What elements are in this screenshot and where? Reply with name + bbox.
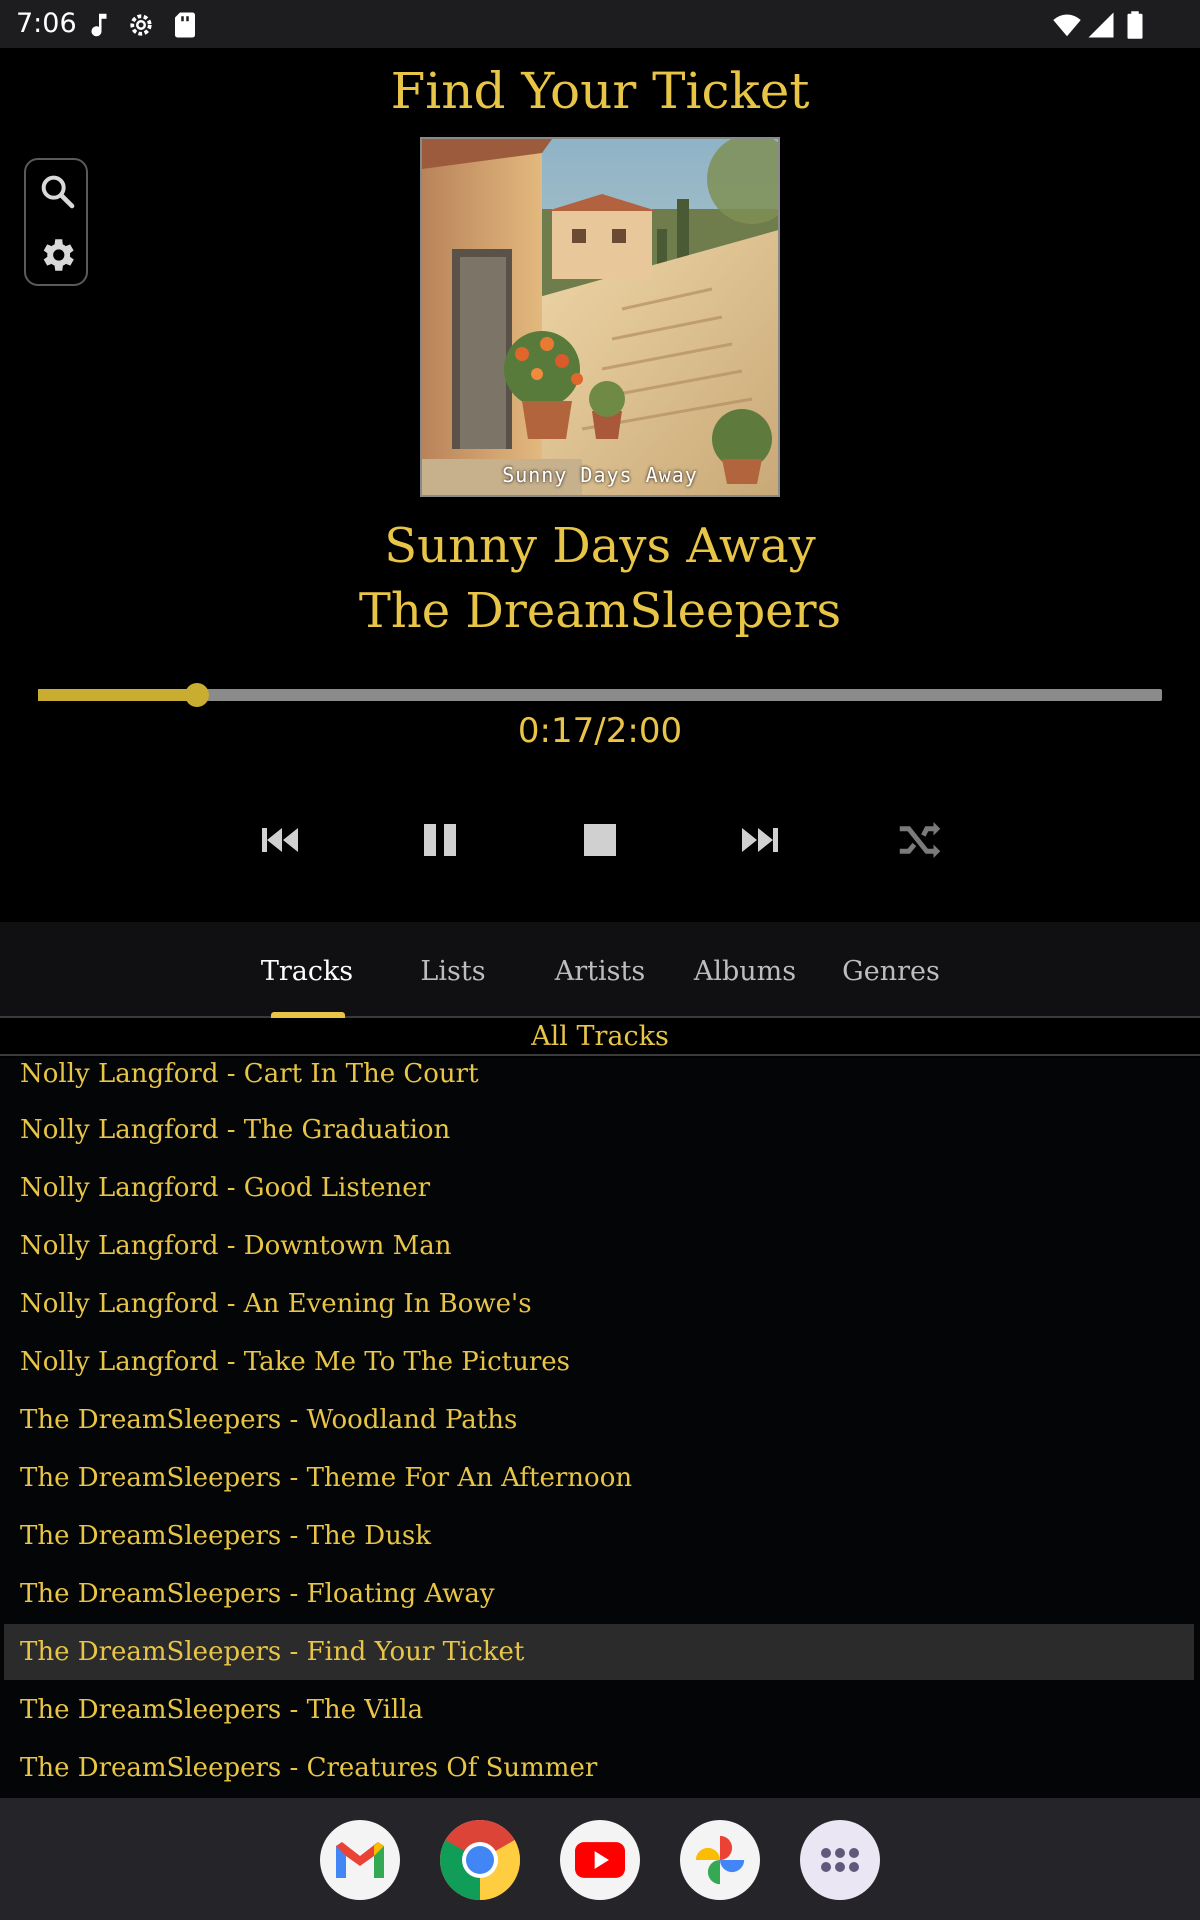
- list-item[interactable]: Nolly Langford - The Graduation: [4, 1102, 1194, 1158]
- list-item[interactable]: The DreamSleepers - Theme For An Afterno…: [4, 1450, 1194, 1506]
- song-title: Sunny Days Away: [384, 518, 816, 574]
- page-title: Find Your Ticket: [390, 62, 810, 120]
- seek-progress: [38, 689, 198, 701]
- list-item[interactable]: Nolly Langford - Good Listener: [4, 1160, 1194, 1216]
- music-note-icon: [84, 10, 114, 40]
- gear-icon[interactable]: [34, 232, 80, 278]
- album-caption: Sunny Days Away: [502, 463, 698, 487]
- list-item[interactable]: The DreamSleepers - The Villa: [4, 1682, 1194, 1738]
- list-item[interactable]: Nolly Langford - An Evening In Bowe's: [4, 1276, 1194, 1332]
- list-item[interactable]: Nolly Langford - Downtown Man: [4, 1218, 1194, 1274]
- tab-bar: Tracks Lists Artists Albums Genres: [0, 922, 1200, 1018]
- song-artist: The DreamSleepers: [358, 583, 842, 639]
- tab-artists[interactable]: Artists: [530, 956, 670, 987]
- active-tab-indicator: [271, 1012, 345, 1018]
- cell-signal-icon: [1086, 10, 1116, 40]
- search-icon[interactable]: [34, 168, 80, 214]
- status-bar: 7:06: [0, 0, 1200, 48]
- seek-bar[interactable]: [38, 683, 1162, 707]
- app-drawer-icon[interactable]: [800, 1820, 880, 1900]
- pause-icon: [424, 824, 456, 856]
- status-time: 7:06: [16, 8, 77, 39]
- chrome-icon[interactable]: [440, 1820, 520, 1900]
- track-list[interactable]: Nolly Langford - Cart In The Court Nolly…: [0, 1058, 1200, 1798]
- stop-button[interactable]: [570, 810, 630, 870]
- tab-lists[interactable]: Lists: [383, 956, 523, 987]
- shuffle-icon: [899, 822, 941, 858]
- settings-gear-icon: [126, 10, 156, 40]
- time-readout: 0:17/2:00: [517, 711, 683, 751]
- youtube-icon[interactable]: [560, 1820, 640, 1900]
- list-item[interactable]: Nolly Langford - Take Me To The Pictures: [4, 1334, 1194, 1390]
- list-item[interactable]: The DreamSleepers - The Dusk: [4, 1508, 1194, 1564]
- tab-tracks[interactable]: Tracks: [237, 956, 377, 987]
- list-item[interactable]: Nolly Langford - Cart In The Court: [4, 1058, 1194, 1102]
- list-item[interactable]: The DreamSleepers - Creatures Of Summer: [4, 1740, 1194, 1796]
- pause-button[interactable]: [410, 810, 470, 870]
- app-dock: [0, 1798, 1200, 1920]
- stop-icon: [584, 824, 616, 856]
- album-art: Sunny Days Away: [420, 137, 780, 497]
- previous-button[interactable]: [250, 810, 310, 870]
- next-button[interactable]: [730, 810, 790, 870]
- shuffle-button[interactable]: [890, 810, 950, 870]
- tab-genres[interactable]: Genres: [821, 956, 961, 987]
- next-icon: [742, 828, 778, 852]
- photos-icon[interactable]: [680, 1820, 760, 1900]
- gmail-icon[interactable]: [320, 1820, 400, 1900]
- tab-albums[interactable]: Albums: [675, 956, 815, 987]
- list-item[interactable]: The DreamSleepers - Floating Away: [4, 1566, 1194, 1622]
- battery-icon: [1120, 10, 1150, 40]
- list-item[interactable]: The DreamSleepers - Woodland Paths: [4, 1392, 1194, 1448]
- wifi-icon: [1052, 10, 1082, 40]
- seek-thumb[interactable]: [185, 683, 210, 707]
- sd-card-icon: [170, 10, 200, 40]
- list-header: All Tracks: [0, 1020, 1200, 1056]
- previous-icon: [262, 828, 298, 852]
- tool-panel: [24, 158, 88, 286]
- album-painting: [422, 139, 778, 495]
- list-item-current[interactable]: The DreamSleepers - Find Your Ticket: [4, 1624, 1194, 1680]
